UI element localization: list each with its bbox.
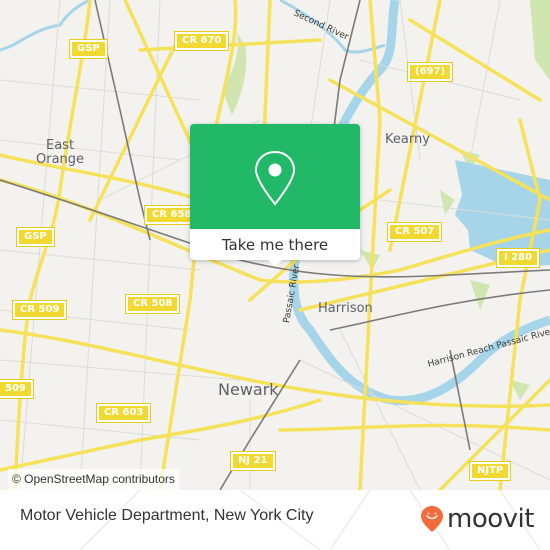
moovit-logo[interactable]: moovit [420,504,534,534]
road-shield-cr670: CR 670 [173,31,230,51]
popup-pointer [267,259,283,267]
place-label-east-orange: East Orange [36,138,85,167]
road-shield-cr603: CR 603 [95,403,152,423]
road-shield-cr509: CR 509 [11,300,68,320]
moovit-wordmark: moovit [447,504,534,534]
road-shield-gsp-left: GSP [16,227,55,247]
map-pin-icon [254,150,296,206]
road-shield-nj21: NJ 21 [230,451,276,471]
take-me-there-button[interactable]: Take me there [190,229,360,260]
road-shield-gsp: GSP [69,39,108,59]
road-shield-cr507: CR 507 [386,222,443,242]
map-attribution[interactable]: © OpenStreetMap contributors [8,469,179,490]
road-shield-i280: I 280 [495,248,541,268]
place-label-newark: Newark [218,380,279,399]
road-shield-cr509-b: 509 [0,379,34,399]
location-title: Motor Vehicle Department, New York City [20,507,314,524]
place-label-harrison: Harrison [318,301,373,316]
popup-header [190,124,360,229]
place-label-kearny: Kearny [385,132,430,147]
road-shield-cr697: (697) [406,62,454,82]
road-shield-cr508: CR 508 [124,294,181,314]
moovit-pin-smile-icon [421,506,443,532]
location-popup: Take me there [190,124,360,267]
map-view[interactable]: GSP CR 670 (697) CR 658 GSP CR 507 I 280… [0,0,550,490]
road-shield-njtp: NJTP [468,461,512,481]
